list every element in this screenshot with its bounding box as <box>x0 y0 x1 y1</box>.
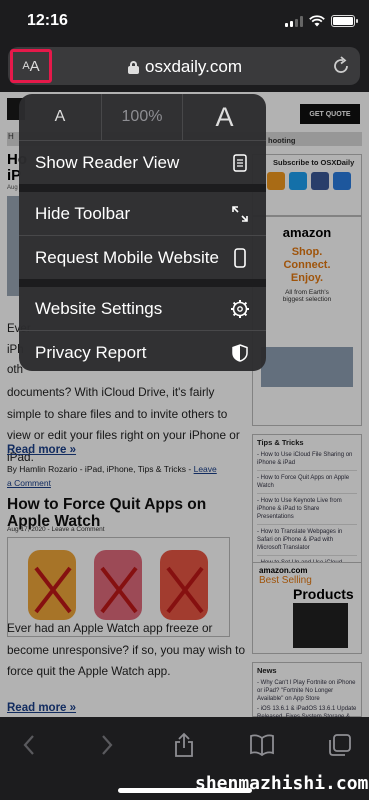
status-bar: 12:16 <box>0 0 369 44</box>
request-mobile-website-item[interactable]: Request Mobile Website <box>19 236 266 279</box>
chevron-right-icon <box>102 735 113 755</box>
show-reader-view-item[interactable]: Show Reader View <box>19 141 266 184</box>
divider <box>19 279 266 287</box>
url-text: osxdaily.com <box>145 57 242 76</box>
phone-icon <box>230 247 250 268</box>
share-button[interactable] <box>169 731 199 759</box>
zoom-level[interactable]: 100% <box>101 94 183 140</box>
status-icons <box>285 15 358 27</box>
share-icon <box>175 732 193 757</box>
website-settings-item[interactable]: Website Settings <box>19 287 266 330</box>
shield-icon <box>230 343 250 363</box>
bookmarks-button[interactable] <box>247 731 277 759</box>
reload-icon[interactable] <box>330 55 352 77</box>
forward-button[interactable] <box>92 731 122 759</box>
font-size-row: A 100% A <box>19 94 266 140</box>
privacy-report-item[interactable]: Privacy Report <box>19 331 266 371</box>
cellular-signal-icon <box>285 15 303 27</box>
expand-arrows-icon <box>230 204 250 224</box>
reader-icon <box>230 153 250 173</box>
tabs-button[interactable] <box>325 731 355 759</box>
chevron-left-icon <box>23 735 34 755</box>
url-display[interactable]: osxdaily.com <box>128 57 242 77</box>
battery-icon <box>331 15 358 27</box>
text-size-button[interactable]: AA <box>10 49 52 83</box>
decrease-font-button[interactable]: A <box>19 94 101 140</box>
status-time: 12:16 <box>27 12 68 29</box>
lock-icon <box>128 60 139 74</box>
divider <box>19 184 266 192</box>
address-bar-container: AA osxdaily.com <box>0 44 369 92</box>
increase-font-button[interactable]: A <box>183 94 266 140</box>
address-bar[interactable]: AA osxdaily.com <box>8 47 360 85</box>
tabs-icon <box>329 734 351 756</box>
book-icon <box>250 734 274 756</box>
back-button[interactable] <box>14 731 44 759</box>
home-indicator <box>118 788 252 793</box>
gear-icon <box>230 299 250 319</box>
page-settings-popover: A 100% A Show Reader View Hide Toolbar R… <box>19 94 266 371</box>
wifi-icon <box>309 15 325 27</box>
hide-toolbar-item[interactable]: Hide Toolbar <box>19 192 266 235</box>
